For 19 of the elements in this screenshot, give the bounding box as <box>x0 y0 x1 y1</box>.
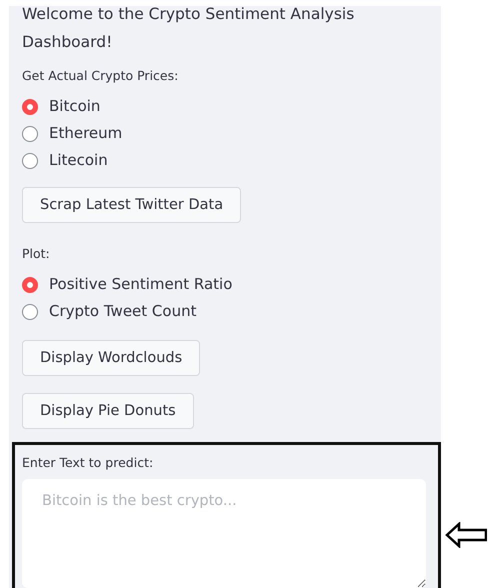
section-label: Plot: <box>22 246 51 261</box>
radio-option[interactable]: Ethereum <box>22 124 441 143</box>
radio-option[interactable]: Litecoin <box>22 151 441 170</box>
radio-button[interactable] <box>22 276 38 292</box>
radio-option[interactable]: Crypto Tweet Count <box>22 302 441 321</box>
display-button[interactable]: Display Pie Donuts <box>22 393 194 429</box>
display-button[interactable]: Display Wordclouds <box>22 340 200 376</box>
radio-button[interactable] <box>22 152 38 168</box>
radio-button[interactable] <box>22 98 38 114</box>
radio-button[interactable] <box>22 304 38 320</box>
radio-option[interactable]: Positive Sentiment Ratio <box>22 275 441 294</box>
field-label: Enter Text to predict: <box>22 455 154 470</box>
radio-option[interactable]: Bitcoin <box>22 97 441 116</box>
scrape-button[interactable]: Scrap Latest Twitter Data <box>22 187 242 223</box>
welcome-text: Welcome to the Crypto Sentiment Analysis Dashboard! <box>22 6 356 53</box>
text-input[interactable]: Bitcoin is the best crypto... <box>22 479 426 588</box>
section-label: Get Actual Crypto Prices: <box>22 68 180 83</box>
radio-button[interactable] <box>22 126 38 142</box>
arrow-icon <box>445 522 487 548</box>
